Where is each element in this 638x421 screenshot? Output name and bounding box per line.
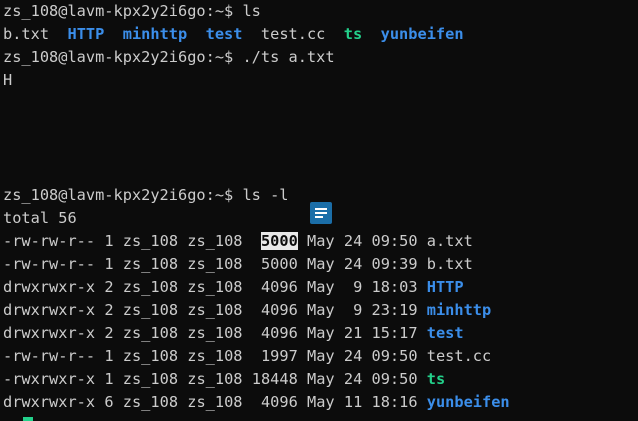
field-links: 1: [104, 255, 114, 273]
field-group: zs_108: [187, 370, 243, 388]
block-cursor: [23, 417, 34, 421]
table-row: -rw-rw-r-- 1 zs_108 zs_108 5000 May 24 0…: [3, 253, 635, 276]
table-row: drwxrwxr-x 2 zs_108 zs_108 4096 May 21 1…: [3, 322, 635, 345]
field-group: zs_108: [187, 255, 243, 273]
field-perm: drwxrwxr-x: [3, 393, 96, 411]
prompt-line-2: zs_108@lavm-kpx2y2i6go:~$ ./ts a.txt: [3, 46, 635, 69]
field-group: zs_108: [187, 324, 243, 342]
selected-size[interactable]: 5000: [260, 232, 298, 250]
prompt-line-1: zs_108@lavm-kpx2y2i6go:~$ ls: [3, 0, 635, 23]
field-name: b.txt: [426, 255, 473, 273]
field-name: test.cc: [426, 347, 492, 365]
field-owner: zs_108: [122, 255, 179, 273]
field-owner: zs_108: [122, 301, 179, 319]
ls-entry: test.cc: [260, 25, 326, 43]
field-links: 1: [104, 370, 114, 388]
field-size: 5000: [251, 255, 298, 273]
program-output: H: [3, 71, 13, 89]
command: ls: [242, 2, 261, 20]
note-icon[interactable]: [310, 202, 332, 224]
field-group: zs_108: [187, 393, 243, 411]
field-links: 2: [104, 301, 114, 319]
ls-entry: minhttp: [122, 25, 188, 43]
field-name: yunbeifen: [426, 393, 510, 411]
table-row: drwxrwxr-x 2 zs_108 zs_108 4096 May 9 23…: [3, 299, 635, 322]
table-row: drwxrwxr-x 6 zs_108 zs_108 4096 May 11 1…: [3, 391, 635, 414]
field-date: May 9 18:03: [307, 278, 418, 296]
field-size: 4096: [251, 278, 298, 296]
field-links: 6: [104, 393, 114, 411]
ls-entry: b.txt: [3, 25, 50, 43]
field-owner: zs_108: [122, 347, 179, 365]
field-perm: drwxrwxr-x: [3, 324, 96, 342]
field-date: May 24 09:50: [307, 370, 418, 388]
command: ./ts a.txt: [242, 48, 335, 66]
field-size: 18448: [251, 370, 298, 388]
ls-output: b.txt HTTP minhttp test test.cc ts yunbe…: [3, 23, 635, 46]
field-date: May 9 23:19: [307, 301, 418, 319]
field-size: 4096: [251, 301, 298, 319]
field-date: May 21 15:17: [307, 324, 418, 342]
field-size: 4096: [251, 324, 298, 342]
field-owner: zs_108: [122, 232, 179, 250]
field-size: 1997: [251, 347, 298, 365]
field-date: May 24 09:39: [307, 255, 418, 273]
field-size: 4096: [251, 393, 298, 411]
field-links: 2: [104, 324, 114, 342]
field-perm: -rw-rw-r--: [3, 255, 96, 273]
field-perm: -rwxrwxr-x: [3, 370, 96, 388]
table-row: -rw-rw-r-- 1 zs_108 zs_108 5000 May 24 0…: [3, 230, 635, 253]
field-owner: zs_108: [122, 370, 179, 388]
field-group: zs_108: [187, 278, 243, 296]
field-name: a.txt: [426, 232, 473, 250]
field-date: May 24 09:50: [307, 232, 418, 250]
field-group: zs_108: [187, 232, 243, 250]
prompt: zs_108@lavm-kpx2y2i6go:~$: [3, 186, 243, 204]
field-perm: drwxrwxr-x: [3, 301, 96, 319]
table-row: drwxrwxr-x 2 zs_108 zs_108 4096 May 9 18…: [3, 276, 635, 299]
table-row: -rwxrwxr-x 1 zs_108 zs_108 18448 May 24 …: [3, 368, 635, 391]
prompt: zs_108@lavm-kpx2y2i6go:~$: [3, 48, 243, 66]
ls-entry: test: [205, 25, 243, 43]
ls-entry: ts: [343, 25, 363, 43]
field-owner: zs_108: [122, 278, 179, 296]
ls-entry: yunbeifen: [380, 25, 464, 43]
table-row: -rw-rw-r-- 1 zs_108 zs_108 1997 May 24 0…: [3, 345, 635, 368]
field-group: zs_108: [187, 347, 243, 365]
ls-entry: HTTP: [67, 25, 105, 43]
field-date: May 24 09:50: [307, 347, 418, 365]
field-links: 2: [104, 278, 114, 296]
field-group: zs_108: [187, 301, 243, 319]
field-perm: -rw-rw-r--: [3, 347, 96, 365]
field-name: ts: [426, 370, 446, 388]
command: ls -l: [242, 186, 289, 204]
prompt: zs_108@lavm-kpx2y2i6go:~$: [3, 2, 243, 20]
field-owner: zs_108: [122, 393, 179, 411]
field-date: May 11 18:16: [307, 393, 418, 411]
partial-prompt-line: [3, 414, 635, 421]
field-perm: drwxrwxr-x: [3, 278, 96, 296]
field-links: 1: [104, 232, 114, 250]
field-perm: -rw-rw-r--: [3, 232, 96, 250]
partial-prompt: [3, 416, 21, 421]
field-name: minhttp: [426, 301, 492, 319]
field-owner: zs_108: [122, 324, 179, 342]
long-listing: -rw-rw-r-- 1 zs_108 zs_108 5000 May 24 0…: [3, 230, 635, 414]
field-name: HTTP: [426, 278, 464, 296]
field-links: 1: [104, 347, 114, 365]
field-name: test: [426, 324, 464, 342]
